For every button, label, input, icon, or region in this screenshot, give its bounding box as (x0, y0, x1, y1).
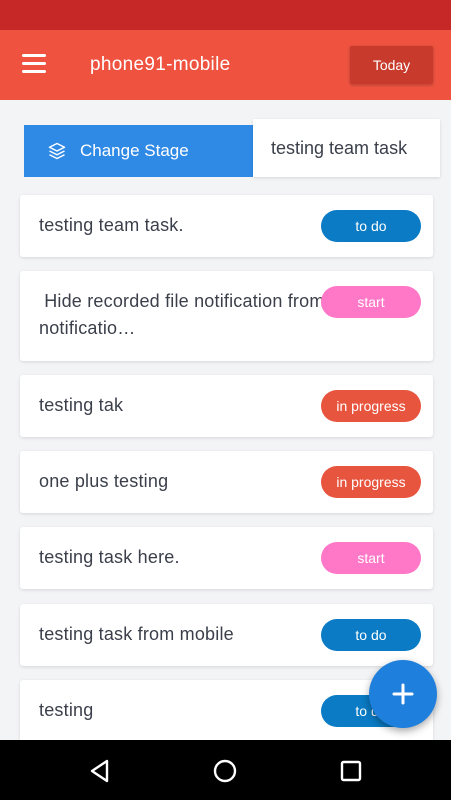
task-card[interactable]: testing team task. to do (20, 195, 433, 257)
status-badge[interactable]: to do (321, 210, 421, 242)
app-title: phone91-mobile (90, 54, 231, 75)
recents-square-icon[interactable] (338, 758, 364, 784)
back-triangle-icon[interactable] (87, 758, 113, 784)
task-card[interactable]: one plus testing in progress (20, 451, 433, 513)
status-badge[interactable]: in progress (321, 390, 421, 422)
task-title: testing (39, 700, 94, 720)
task-title: testing task from mobile (39, 624, 234, 644)
status-badge[interactable]: to do (321, 619, 421, 651)
change-stage-button[interactable]: Change Stage (24, 125, 254, 177)
task-title: testing task here. (39, 547, 180, 567)
status-badge[interactable]: start (321, 542, 421, 574)
task-title: testing tak (39, 395, 124, 415)
status-badge[interactable]: start (321, 286, 421, 318)
today-button[interactable]: Today (350, 46, 433, 84)
task-title: Hide recorded file notification from not… (39, 291, 325, 338)
add-task-button[interactable] (369, 660, 437, 728)
task-card[interactable]: testing tak in progress (20, 375, 433, 437)
task-list-area[interactable]: Change Stage testing team task testing t… (0, 100, 451, 740)
app-bar: phone91-mobile Today (0, 30, 451, 100)
home-circle-icon[interactable] (212, 758, 238, 784)
layers-icon (48, 142, 66, 160)
status-badge[interactable]: in progress (321, 466, 421, 498)
task-card[interactable]: testing task here. start (20, 527, 433, 589)
navigation-bar (0, 740, 451, 800)
change-stage-label: Change Stage (80, 141, 189, 160)
task-card[interactable]: Hide recorded file notification from not… (20, 271, 433, 361)
task-card[interactable]: testing task from mobile to do (20, 604, 433, 666)
task-title: testing team task. (39, 215, 184, 235)
status-bar (0, 0, 451, 30)
stage-tab-active[interactable]: testing team task (253, 119, 440, 177)
stage-row: Change Stage testing team task (24, 119, 440, 177)
plus-icon (392, 683, 414, 705)
task-title: one plus testing (39, 471, 169, 491)
hamburger-menu-icon[interactable] (22, 54, 48, 76)
